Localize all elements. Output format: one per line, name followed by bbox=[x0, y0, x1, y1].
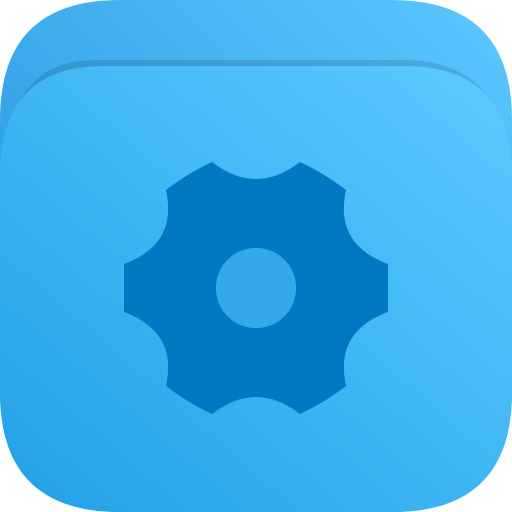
settings-folder-app-icon[interactable] bbox=[0, 0, 512, 512]
icon-stage bbox=[0, 0, 512, 512]
gear-center-hole bbox=[216, 248, 296, 328]
